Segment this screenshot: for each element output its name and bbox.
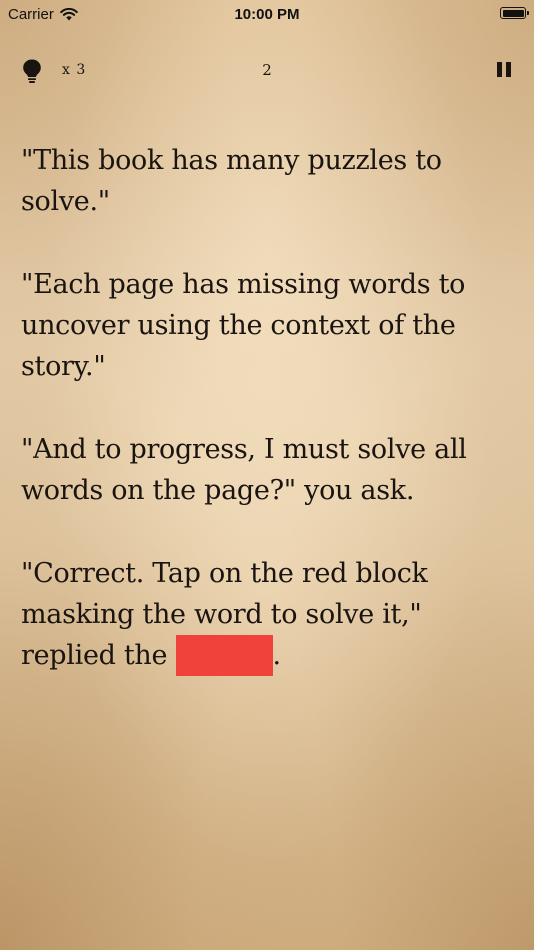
status-time: 10:00 PM bbox=[234, 6, 300, 23]
story-text-after-mask: . bbox=[272, 640, 282, 671]
story-paragraph: "And to progress, I must solve all words… bbox=[21, 434, 467, 506]
pause-icon-bar-left bbox=[497, 62, 502, 77]
story-paragraph-with-mask: "Correct. Tap on the red block masking t… bbox=[21, 553, 516, 676]
game-toolbar: x 3 2 bbox=[0, 55, 534, 87]
pause-icon-bar-right bbox=[506, 62, 511, 77]
status-bar: Carrier 10:00 PM bbox=[0, 0, 534, 30]
pause-button[interactable] bbox=[496, 62, 512, 78]
story-text: "This book has many puzzles to solve." "… bbox=[21, 140, 516, 718]
battery-nub bbox=[527, 11, 529, 15]
battery-icon bbox=[500, 7, 529, 19]
page-number: 2 bbox=[262, 61, 272, 79]
story-paragraph: "Each page has missing words to uncover … bbox=[21, 269, 466, 382]
battery-fill bbox=[502, 9, 524, 17]
masked-word-block[interactable] bbox=[175, 635, 273, 676]
story-paragraph: "This book has many puzzles to solve." bbox=[21, 145, 442, 217]
